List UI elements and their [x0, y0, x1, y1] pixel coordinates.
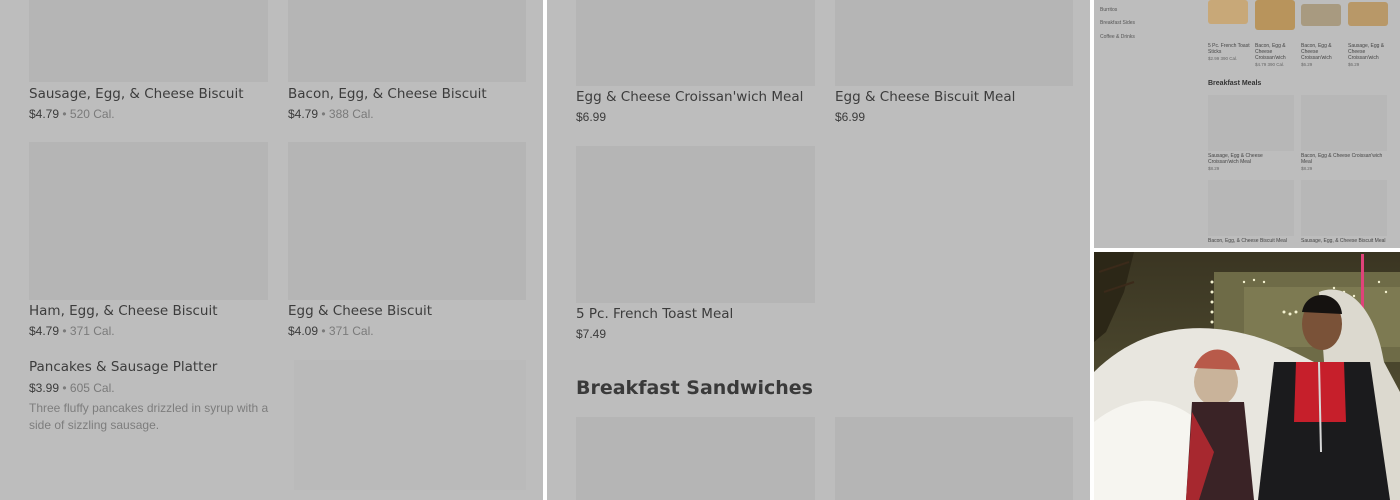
item-image[interactable] [1301, 180, 1387, 236]
item-image[interactable] [576, 417, 815, 500]
item-price: $6.29 [1348, 62, 1360, 67]
item-name[interactable]: Sausage, Egg & Cheese Croissan'wich Meal [1208, 153, 1294, 165]
item-image[interactable] [29, 142, 268, 300]
item-price: $7.49 [576, 327, 607, 341]
item-price: $4.79 [288, 107, 319, 121]
item-image[interactable] [576, 0, 815, 86]
item-name[interactable]: 5 Pc. French Toast Meal [576, 306, 733, 322]
item-name[interactable]: Bacon, Egg, & Cheese Biscuit [288, 86, 487, 102]
item-image[interactable] [835, 0, 1073, 86]
item-calories: 371 Cal. [69, 324, 115, 338]
item-image[interactable] [835, 417, 1073, 500]
item-price-value: $4.79 [1255, 62, 1267, 67]
item-price: $6.99 [576, 110, 607, 124]
menu-panel-meals: Egg & Cheese Croissan'wich Meal $6.99 Eg… [547, 0, 1090, 500]
item-price: $3.99 [29, 381, 60, 395]
item-image[interactable] [288, 0, 526, 82]
item-price-cal: $4.79 • 388 Cal. [288, 107, 374, 121]
item-price-cal: $4.09 • 371 Cal. [288, 324, 374, 338]
separator: • [59, 107, 70, 121]
item-price: $4.79 [29, 107, 60, 121]
item-name[interactable]: Egg & Cheese Biscuit [288, 303, 432, 319]
category-link[interactable]: Breakfast Sides [1100, 20, 1135, 26]
item-name[interactable]: Pancakes & Sausage Platter [29, 359, 217, 375]
item-image[interactable] [288, 142, 526, 300]
item-image[interactable] [1208, 95, 1294, 151]
item-image[interactable] [294, 360, 526, 490]
item-price: $6.29 [1301, 62, 1313, 67]
item-name[interactable]: Sausage, Egg & Cheese Croissan'wich [1348, 43, 1392, 61]
item-price: $2.99 390 Cal. [1208, 56, 1237, 61]
item-image[interactable] [29, 0, 268, 82]
item-image[interactable] [576, 146, 815, 303]
item-price: $6.99 [835, 110, 866, 124]
item-name[interactable]: Bacon, Egg, & Cheese Biscuit Meal [1208, 238, 1294, 244]
item-name[interactable]: Egg & Cheese Croissan'wich Meal [576, 89, 803, 105]
item-description: Three fluffy pancakes drizzled in syrup … [29, 401, 269, 432]
croissanwich-image[interactable] [1255, 0, 1295, 30]
item-calories: 390 Cal. [1220, 56, 1238, 61]
item-name[interactable]: Sausage, Egg, & Cheese Biscuit Meal [1301, 238, 1387, 244]
item-price: $8.29 [1208, 166, 1220, 171]
item-price: $4.09 [288, 324, 319, 338]
section-title: Breakfast Meals [1208, 80, 1262, 87]
menu-panel-overview: Burritos Breakfast Sides Coffee & Drinks… [1094, 0, 1400, 248]
separator: • [59, 381, 70, 395]
item-name[interactable]: Ham, Egg, & Cheese Biscuit [29, 303, 218, 319]
item-price-cal: $4.79 • 371 Cal. [29, 324, 115, 338]
french-toast-image[interactable] [1208, 0, 1248, 24]
croissanwich-image[interactable] [1348, 2, 1388, 26]
item-price: $4.79 390 Cal. [1255, 62, 1284, 67]
category-link[interactable]: Coffee & Drinks [1100, 34, 1135, 40]
croissanwich-image[interactable] [1301, 4, 1341, 26]
item-price: $4.79 [29, 324, 60, 338]
item-name[interactable]: Egg & Cheese Biscuit Meal [835, 89, 1015, 105]
item-calories: 605 Cal. [69, 381, 115, 395]
category-link[interactable]: Burritos [1100, 7, 1117, 13]
item-name[interactable]: Bacon, Egg & Cheese Croissan'wich Meal [1301, 153, 1387, 165]
item-calories: 388 Cal. [328, 107, 374, 121]
item-price-cal: $4.79 • 520 Cal. [29, 107, 115, 121]
separator: • [318, 324, 329, 338]
item-calories: 371 Cal. [328, 324, 374, 338]
item-calories: 520 Cal. [69, 107, 115, 121]
menu-panel-biscuits: Sausage, Egg, & Cheese Biscuit $4.79 • 5… [0, 0, 543, 500]
item-price-cal: $3.99 • 605 Cal. [29, 381, 115, 395]
item-name[interactable]: Sausage, Egg, & Cheese Biscuit [29, 86, 244, 102]
photo-panel [1094, 252, 1400, 500]
night-photo [1094, 252, 1400, 500]
item-price-value: $2.99 [1208, 56, 1220, 61]
item-name[interactable]: 5 Pc. French Toast Sticks [1208, 43, 1252, 55]
separator: • [59, 324, 70, 338]
item-name[interactable]: Bacon, Egg & Cheese Croissan'wich [1255, 43, 1299, 61]
section-title: Breakfast Sandwiches [576, 377, 813, 399]
item-image[interactable] [1208, 180, 1294, 236]
item-price: $8.29 [1301, 166, 1313, 171]
item-calories: 390 Cal. [1267, 62, 1285, 67]
item-name[interactable]: Bacon, Egg & Cheese Croissan'wich [1301, 43, 1345, 61]
item-image[interactable] [1301, 95, 1387, 151]
separator: • [318, 107, 329, 121]
